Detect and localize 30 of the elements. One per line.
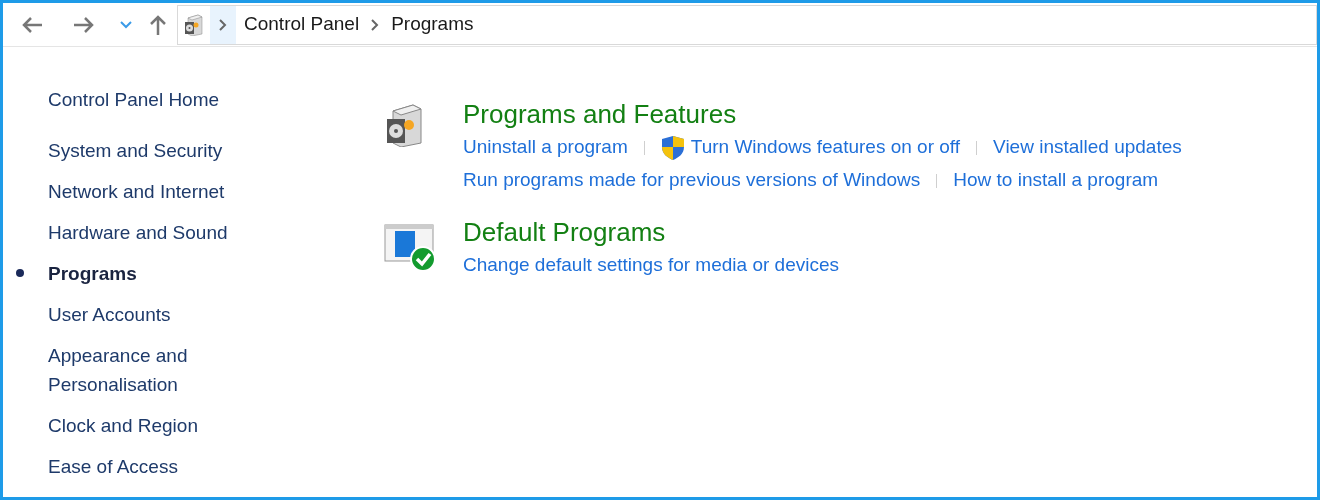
- task-link[interactable]: View installed updates: [993, 133, 1182, 162]
- software-box-icon: [183, 13, 205, 36]
- address-bar[interactable]: Control Panel Programs: [177, 4, 1317, 45]
- chevron-right-icon: [371, 18, 380, 31]
- shield-icon: [660, 134, 685, 161]
- sidebar-link[interactable]: Control Panel Home: [48, 85, 220, 114]
- breadcrumb-chevron-button[interactable]: [210, 5, 236, 44]
- task-link[interactable]: Change default settings for media or devices: [463, 251, 839, 280]
- sidebar-link[interactable]: System and Security: [48, 136, 223, 165]
- selected-bullet-icon: [16, 269, 24, 277]
- task-link[interactable]: Turn Windows features on or off: [690, 133, 961, 162]
- sidebar-link[interactable]: Appearance and Personalisation: [48, 341, 248, 399]
- forward-arrow-icon: [73, 15, 95, 34]
- task-link[interactable]: How to install a program: [953, 166, 1159, 195]
- back-arrow-icon: [21, 15, 43, 34]
- sidebar-link[interactable]: Hardware and Sound: [48, 218, 228, 247]
- task-link[interactable]: Run programs made for previous versions of Windows: [463, 166, 921, 195]
- breadcrumb-item[interactable]: Programs: [391, 10, 474, 39]
- sidebar-link[interactable]: Programs: [48, 259, 137, 288]
- sidebar-link[interactable]: Ease of Access: [48, 452, 178, 481]
- task-link[interactable]: Uninstall a program: [463, 133, 628, 162]
- up-arrow-icon: [148, 13, 168, 36]
- section-heading[interactable]: Programs and Features: [463, 97, 1182, 131]
- sidebar-link[interactable]: Clock and Region: [48, 411, 198, 440]
- sidebar-link[interactable]: Network and Internet: [48, 177, 225, 206]
- section-heading[interactable]: Default Programs: [463, 215, 839, 249]
- chevron-right-icon: [219, 18, 227, 31]
- sidebar-link[interactable]: User Accounts: [48, 300, 171, 329]
- chevron-down-icon: [120, 20, 132, 29]
- breadcrumb-item[interactable]: Control Panel: [244, 10, 360, 39]
